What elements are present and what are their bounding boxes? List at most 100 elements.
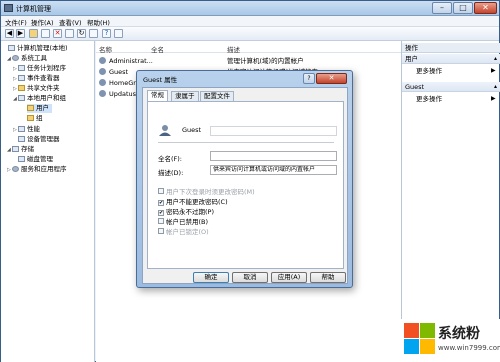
minimize-button[interactable]: –	[432, 2, 452, 14]
services-icon	[12, 166, 19, 172]
column-header-fullname[interactable]: 全名	[151, 44, 164, 54]
help-button[interactable]: 帮助	[310, 272, 346, 283]
user-icon	[99, 68, 106, 75]
tree-item-services-applications[interactable]: ▷ 服务和应用程序	[7, 165, 67, 174]
user-icon	[99, 90, 106, 97]
actions-section-guest[interactable]: Guest ▴	[402, 82, 500, 92]
account-disabled-checkbox[interactable]: 帐户已禁用(B)	[158, 218, 208, 227]
watermark-logo: 系统粉 www.win7999.com	[400, 319, 500, 362]
user-icon	[99, 57, 106, 64]
column-header-name[interactable]: 名称	[99, 44, 112, 54]
menu-file[interactable]: 文件(F)	[5, 17, 27, 27]
checkbox-box	[158, 188, 164, 194]
checkbox-box	[158, 228, 164, 234]
tree-item-shared-folders[interactable]: ▷ 共享文件夹	[13, 84, 60, 93]
dialog-help-button[interactable]: ?	[303, 73, 315, 84]
clock-icon	[18, 65, 25, 71]
user-avatar-icon	[159, 125, 171, 136]
tree-item-task-scheduler[interactable]: ▷ 任务计划程序	[13, 64, 66, 73]
up-folder-icon[interactable]	[29, 29, 38, 38]
general-panel: Guest 全名(F): 描述(D): 供来宾访问计算机或访问域的内置帐户 用户…	[147, 101, 344, 269]
tree-item-groups[interactable]: 组	[27, 114, 43, 123]
disk-icon	[18, 156, 25, 162]
tree-item-system-tools[interactable]: ◢ 系统工具	[7, 54, 47, 63]
list-header: 名称 全名 描述	[96, 43, 401, 54]
menu-action[interactable]: 操作(A)	[31, 17, 54, 27]
account-locked-checkbox[interactable]: 帐户已锁定(O)	[158, 228, 209, 237]
forward-icon[interactable]: ▶	[16, 29, 25, 38]
user-name-label: Guest	[182, 126, 202, 134]
description-input[interactable]: 供来宾访问计算机或访问域的内置帐户	[210, 165, 337, 175]
tree-item-local-users-groups[interactable]: ◢ 本地用户和组	[13, 94, 66, 103]
apply-button[interactable]: 应用(A)	[271, 272, 307, 283]
tab-member-of[interactable]: 隶属于	[171, 91, 199, 101]
tree-item-disk-management[interactable]: 磁盘管理	[13, 155, 53, 164]
menu-bar: 文件(F) 操作(A) 查看(V) 帮助(H)	[1, 16, 499, 27]
watermark-brand: 系统粉	[438, 326, 480, 342]
checkmark-icon: ✔	[158, 210, 164, 216]
menu-view[interactable]: 查看(V)	[59, 17, 82, 27]
export-list-icon[interactable]	[89, 29, 98, 38]
mmc-view-icon[interactable]	[114, 29, 123, 38]
must-change-password-checkbox[interactable]: 用户下次登录时须更改密码(M)	[158, 188, 255, 197]
tools-icon	[12, 55, 19, 61]
computer-icon	[8, 45, 15, 51]
show-hide-tree-icon[interactable]	[41, 29, 50, 38]
collapse-icon: ▴	[493, 55, 497, 62]
guest-properties-dialog: Guest 属性 ? ✕ 常规 隶属于 配置文件 Guest 全名(F): 描述…	[136, 70, 353, 288]
column-header-description[interactable]: 描述	[227, 44, 240, 54]
list-item[interactable]: Administrat... 管理计算机(域)的内置帐户	[99, 56, 304, 66]
user-name-field[interactable]	[210, 126, 337, 136]
properties-icon[interactable]	[65, 29, 74, 38]
event-icon	[18, 75, 25, 81]
tree-item-device-manager[interactable]: 设备管理器	[13, 135, 60, 144]
tab-general[interactable]: 常规	[147, 90, 168, 101]
ok-button[interactable]: 确定	[193, 272, 229, 283]
title-bar: 计算机管理 – □ ✕	[1, 1, 499, 16]
password-never-expires-checkbox[interactable]: ✔ 密码永不过期(P)	[158, 208, 214, 217]
more-actions-users[interactable]: 更多操作 ▶	[416, 66, 496, 76]
user-icon	[99, 79, 106, 86]
tab-profile[interactable]: 配置文件	[200, 91, 234, 101]
maximize-button[interactable]: □	[453, 2, 473, 14]
tree-item-storage[interactable]: ◢ 存储	[7, 145, 34, 154]
actions-header: 操作	[402, 43, 500, 53]
logo-square-yellow	[420, 339, 435, 354]
list-item[interactable]: Guest供来宾访问计算机或访问域的内...	[99, 67, 324, 77]
fullname-input[interactable]	[210, 151, 337, 161]
device-icon	[18, 136, 25, 142]
fullname-label: 全名(F):	[158, 155, 183, 163]
more-actions-guest[interactable]: 更多操作 ▶	[416, 94, 496, 104]
toolbar: ◀ ▶ ✕ ↻ ?	[1, 27, 499, 41]
app-icon	[4, 4, 13, 12]
checkmark-icon: ✔	[158, 200, 164, 206]
description-label: 描述(D):	[158, 169, 184, 177]
cannot-change-password-checkbox[interactable]: ✔ 用户不能更改密码(C)	[158, 198, 228, 207]
back-icon[interactable]: ◀	[5, 29, 14, 38]
menu-help[interactable]: 帮助(H)	[87, 17, 110, 27]
actions-pane: 操作 用户 ▴ 更多操作 ▶ Guest ▴ 更多操作 ▶	[401, 41, 500, 362]
chevron-right-icon: ▶	[491, 67, 496, 74]
dialog-close-button[interactable]: ✕	[316, 73, 347, 84]
watermark-url: www.win7999.com	[438, 344, 500, 352]
refresh-icon[interactable]: ↻	[77, 29, 86, 38]
logo-square-blue	[404, 339, 419, 354]
tree-item-computer-management[interactable]: 计算机管理(本地)	[3, 44, 68, 53]
close-button[interactable]: ✕	[474, 2, 497, 14]
collapse-icon: ▴	[493, 83, 497, 90]
chevron-right-icon: ▶	[491, 95, 496, 102]
window-title: 计算机管理	[16, 5, 51, 13]
tree-item-event-viewer[interactable]: ▷ 事件查看器	[13, 74, 60, 83]
tree-item-users[interactable]: 用户	[27, 104, 52, 113]
tree-item-performance[interactable]: ▷ 性能	[13, 125, 40, 134]
checkbox-box	[158, 218, 164, 224]
delete-icon[interactable]: ✕	[53, 29, 62, 38]
help-icon[interactable]: ?	[102, 29, 111, 38]
folder-icon	[18, 85, 25, 91]
cancel-button[interactable]: 取消	[232, 272, 268, 283]
performance-icon	[18, 126, 25, 132]
storage-icon	[12, 146, 19, 152]
dialog-title: Guest 属性	[143, 76, 178, 84]
logo-square-red	[404, 323, 419, 338]
actions-section-users[interactable]: 用户 ▴	[402, 54, 500, 64]
